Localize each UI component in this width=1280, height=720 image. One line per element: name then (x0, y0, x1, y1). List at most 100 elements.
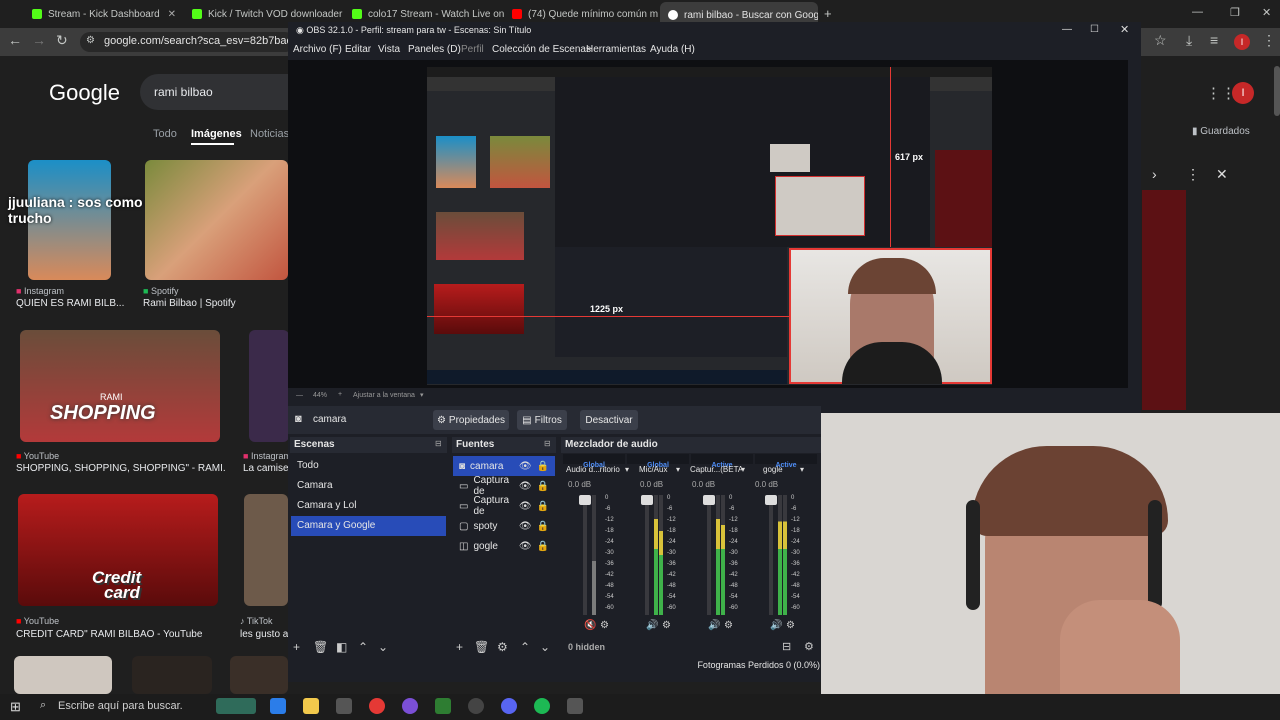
lock-icon[interactable]: 🔒 (537, 501, 549, 512)
more-options-icon[interactable]: ⋮ (1186, 166, 1200, 183)
filters-button[interactable]: ▤ Filtros (517, 410, 567, 430)
volume-slider[interactable] (583, 495, 587, 615)
eye-icon[interactable]: 👁 (519, 461, 532, 472)
lock-icon[interactable]: 🔒 (537, 521, 549, 532)
chevron-down-icon[interactable]: ▾ (800, 465, 804, 474)
deactivate-button[interactable]: Desactivar (580, 410, 638, 430)
zoom-out-icon[interactable]: — (296, 392, 303, 399)
browser-tab[interactable]: Stream - Kick Dashboard ✕ (24, 4, 184, 24)
tab-all[interactable]: Todo (153, 128, 177, 140)
obs-maximize-icon[interactable]: ☐ (1090, 24, 1099, 35)
result-thumbnail[interactable] (20, 330, 220, 442)
chevron-down-icon[interactable]: ▾ (676, 465, 680, 474)
properties-button[interactable]: ⚙ Propiedades (433, 410, 509, 430)
volume-slider-handle[interactable] (765, 495, 777, 505)
source-item[interactable]: ◫ gogle 👁 🔒 (453, 536, 555, 556)
lock-icon[interactable]: 🔒 (537, 481, 549, 492)
move-down-icon[interactable]: ⌄ (540, 640, 550, 654)
obs-taskbar-icon[interactable] (468, 698, 484, 714)
speaker-icon[interactable]: 🔊 (646, 620, 658, 631)
obs-minimize-icon[interactable]: — (1062, 24, 1072, 35)
scrollbar[interactable] (1274, 66, 1280, 116)
new-tab-icon[interactable]: + (824, 6, 832, 21)
close-window-icon[interactable]: ✕ (1262, 6, 1271, 19)
menu-scene-collection[interactable]: Colección de Escenas (492, 44, 591, 55)
spotify-icon[interactable] (534, 698, 550, 714)
tab-news[interactable]: Noticias (250, 128, 289, 140)
volume-slider[interactable] (769, 495, 773, 615)
side-panel-image[interactable] (1142, 190, 1186, 410)
volume-slider[interactable] (707, 495, 711, 615)
result-title[interactable]: Rami Bilbao | Spotify (143, 298, 283, 309)
result-thumbnail[interactable] (14, 656, 112, 694)
profile-avatar[interactable]: I (1234, 34, 1250, 50)
lock-icon[interactable]: 🔒 (537, 461, 549, 472)
lock-icon[interactable]: 🔒 (537, 541, 549, 552)
app-icon[interactable] (402, 698, 418, 714)
volume-slider-handle[interactable] (641, 495, 653, 505)
muted-speaker-icon[interactable]: 🔇 (584, 620, 596, 631)
result-thumbnail[interactable] (145, 160, 288, 280)
scene-filters-icon[interactable]: ◧ (336, 640, 347, 654)
app-icon[interactable] (336, 698, 352, 714)
close-tab-icon[interactable]: ✕ (168, 9, 176, 20)
zoom-fit-select[interactable]: Ajustar a la ventana (353, 392, 415, 399)
app-icon[interactable] (435, 698, 451, 714)
app-icon[interactable] (567, 698, 583, 714)
eye-icon[interactable]: 👁 (519, 521, 532, 532)
menu-tools[interactable]: Herramientas (586, 44, 646, 55)
weather-widget-icon[interactable] (216, 698, 256, 714)
source-item[interactable]: ▭ Captura de 👁 🔒 (453, 495, 555, 517)
mixer-settings-icon[interactable]: ⚙ (662, 620, 671, 631)
add-source-icon[interactable]: + (456, 640, 463, 654)
menu-list-icon[interactable]: ≡ (1210, 32, 1218, 48)
move-up-icon[interactable]: ⌃ (358, 640, 368, 654)
zoom-in-icon[interactable]: + (338, 391, 342, 398)
kebab-menu-icon[interactable]: ⋮ (1262, 32, 1276, 49)
scene-item[interactable]: Todo (291, 456, 446, 476)
menu-view[interactable]: Vista (378, 44, 400, 55)
menu-edit[interactable]: Editar (345, 44, 371, 55)
scene-item[interactable]: Camara y Lol (291, 496, 446, 516)
mixer-settings-icon[interactable]: ⚙ (786, 620, 795, 631)
menu-help[interactable]: Ayuda (H) (650, 44, 695, 55)
move-up-icon[interactable]: ⌃ (520, 640, 530, 654)
result-title[interactable]: CREDIT CARD" RAMI BILBAO - YouTube (16, 629, 226, 640)
forward-icon[interactable]: → (32, 32, 46, 48)
close-panel-icon[interactable]: ✕ (1216, 166, 1228, 183)
file-explorer-icon[interactable] (303, 698, 319, 714)
volume-slider-handle[interactable] (579, 495, 591, 505)
google-account-avatar[interactable]: I (1232, 82, 1254, 104)
result-title[interactable]: La camise (243, 463, 288, 474)
result-thumbnail[interactable] (249, 330, 289, 442)
chevron-down-icon[interactable]: ▾ (741, 465, 745, 474)
result-thumbnail[interactable] (132, 656, 212, 694)
source-item[interactable]: ▢ spoty 👁 🔒 (453, 516, 555, 536)
add-scene-icon[interactable]: + (293, 640, 300, 654)
minimize-icon[interactable]: — (1192, 6, 1203, 18)
chevron-right-icon[interactable]: › (1152, 166, 1157, 182)
search-input[interactable]: rami bilbao (140, 74, 300, 110)
result-title[interactable]: QUIÉN ES RAMI BILB... (16, 298, 136, 309)
chevron-down-icon[interactable]: ▾ (420, 391, 424, 399)
browser-tab[interactable]: Kick / Twitch VOD downloader ✕ (184, 4, 344, 24)
url-field[interactable]: google.com/search?sca_esv=82b7bac21a73 (80, 32, 295, 52)
mixer-layout-icon[interactable]: ⊟ (782, 640, 791, 653)
volume-slider[interactable] (645, 495, 649, 615)
source-item-selected[interactable]: ◙ camara 👁 🔒 (453, 456, 555, 476)
result-title[interactable]: les gusto a (240, 629, 288, 640)
chevron-down-icon[interactable]: ▾ (625, 465, 629, 474)
browser-tab[interactable]: colo17 Stream - Watch Live on ✕ (344, 4, 504, 24)
scene-item[interactable]: Camara (291, 476, 446, 496)
remove-scene-icon[interactable]: 🗑 (313, 640, 328, 654)
move-down-icon[interactable]: ⌄ (378, 640, 388, 654)
copilot-icon[interactable] (270, 698, 286, 714)
maximize-icon[interactable]: ❐ (1230, 6, 1240, 19)
eye-icon[interactable]: 👁 (519, 541, 532, 552)
bookmark-star-icon[interactable]: ☆ (1154, 32, 1167, 49)
menu-file[interactable]: Archivo (F) (293, 44, 342, 55)
chrome-icon[interactable] (369, 698, 385, 714)
mixer-settings-icon[interactable]: ⚙ (724, 620, 733, 631)
remove-source-icon[interactable]: 🗑 (474, 640, 489, 654)
speaker-icon[interactable]: 🔊 (708, 620, 720, 631)
